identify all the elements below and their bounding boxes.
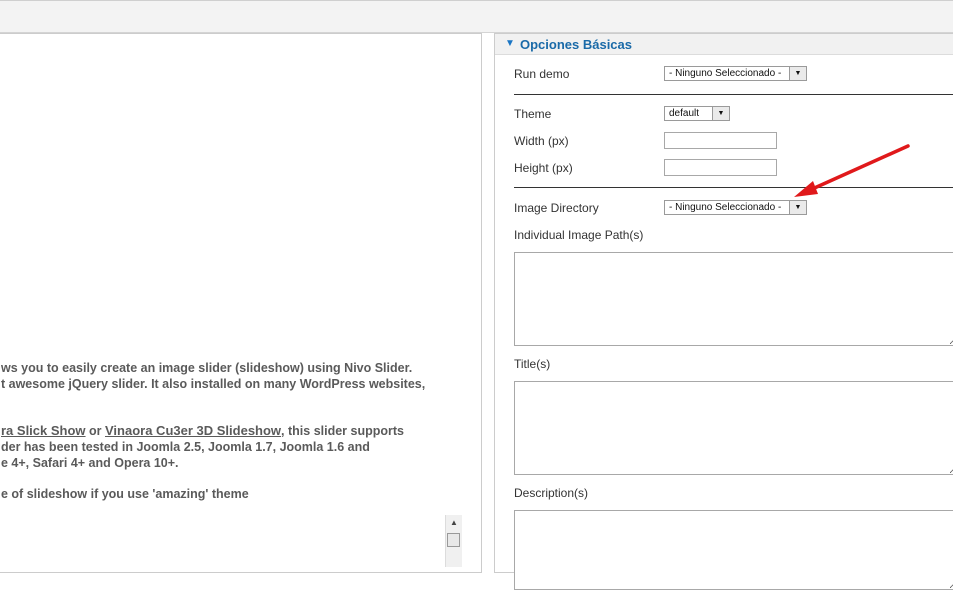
or-text: or bbox=[85, 424, 105, 438]
supports-text: , this slider supports bbox=[281, 424, 404, 438]
scroll-up-icon[interactable]: ▲ bbox=[446, 517, 462, 529]
image-paths-textarea[interactable] bbox=[514, 252, 953, 346]
description-line: e 4+, Safari 4+ and Opera 10+. bbox=[1, 456, 179, 470]
description-panel: ws you to easily create an image slider … bbox=[0, 33, 482, 573]
height-input[interactable] bbox=[664, 159, 777, 176]
description-line: der has been tested in Joomla 2.5, Jooml… bbox=[1, 440, 370, 454]
section-header[interactable]: ▼ Opciones Básicas bbox=[495, 34, 953, 55]
theme-value: default bbox=[669, 108, 700, 119]
width-label: Width (px) bbox=[514, 134, 569, 148]
run-demo-label: Run demo bbox=[514, 67, 570, 81]
run-demo-value: - Ninguno Seleccionado - bbox=[669, 68, 782, 79]
image-directory-value: - Ninguno Seleccionado - bbox=[669, 202, 782, 213]
width-input[interactable] bbox=[664, 132, 777, 149]
descriptions-textarea[interactable] bbox=[514, 510, 953, 590]
divider bbox=[514, 94, 953, 95]
vinaora-cu3er-link[interactable]: Vinaora Cu3er 3D Slideshow bbox=[105, 423, 281, 438]
vinaora-slick-show-link[interactable]: ra Slick Show bbox=[1, 423, 86, 438]
theme-select[interactable]: default ▼ bbox=[664, 106, 730, 121]
chevron-down-icon[interactable]: ▼ bbox=[712, 107, 729, 120]
description-line: ws you to easily create an image slider … bbox=[1, 361, 413, 375]
theme-label: Theme bbox=[514, 107, 552, 121]
top-toolbar bbox=[0, 0, 953, 33]
basic-options-panel: ▼ Opciones Básicas Run demo - Ninguno Se… bbox=[494, 33, 953, 590]
section-title[interactable]: Opciones Básicas bbox=[520, 37, 632, 52]
chevron-down-icon[interactable]: ▼ bbox=[789, 67, 806, 80]
description-line: e of slideshow if you use 'amazing' them… bbox=[1, 487, 249, 501]
description-line: t awesome jQuery slider. It also install… bbox=[1, 377, 426, 391]
titles-textarea[interactable] bbox=[514, 381, 953, 475]
collapse-triangle-icon[interactable]: ▼ bbox=[505, 38, 515, 49]
red-annotation-arrow-icon bbox=[794, 144, 910, 197]
image-paths-label: Individual Image Path(s) bbox=[514, 228, 644, 242]
description-links-line: ra Slick Show or Vinaora Cu3er 3D Slides… bbox=[1, 423, 471, 439]
scroll-thumb[interactable] bbox=[447, 533, 460, 547]
height-label: Height (px) bbox=[514, 161, 573, 175]
descriptions-label: Description(s) bbox=[514, 486, 589, 500]
vertical-scrollbar[interactable]: ▲ bbox=[445, 515, 462, 567]
titles-label: Title(s) bbox=[514, 357, 551, 371]
image-directory-label: Image Directory bbox=[514, 201, 599, 215]
run-demo-select[interactable]: - Ninguno Seleccionado - ▼ bbox=[664, 66, 807, 81]
